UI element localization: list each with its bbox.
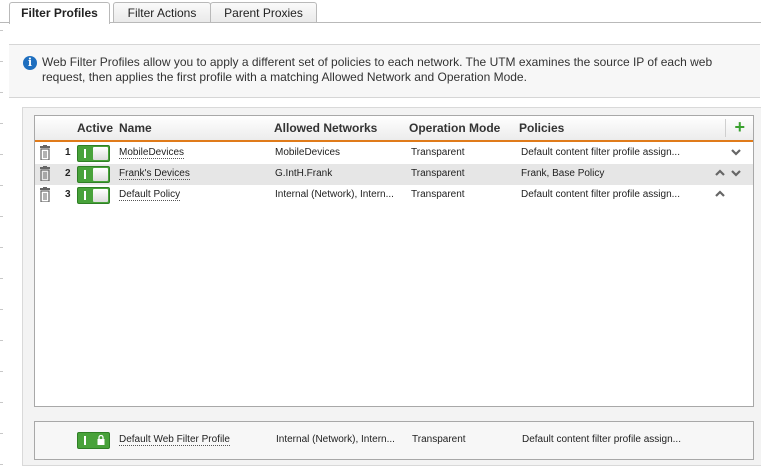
default-profile-name-link[interactable]: Default Web Filter Profile [119, 434, 230, 446]
header-name[interactable]: Name [119, 121, 152, 135]
active-toggle-locked [77, 432, 110, 449]
policies: Default content filter profile assign... [521, 189, 680, 200]
active-toggle[interactable] [77, 166, 110, 183]
tab-divider [0, 22, 761, 23]
info-icon: i [23, 56, 37, 70]
default-policies: Default content filter profile assign... [522, 434, 681, 445]
header-operation-mode[interactable]: Operation Mode [409, 121, 500, 135]
row-number: 2 [65, 168, 71, 179]
info-text: Web Filter Profiles allow you to apply a… [42, 55, 713, 84]
plus-icon[interactable]: + [734, 117, 745, 137]
allowed-networks: G.IntH.Frank [275, 168, 333, 179]
header-allowed-networks[interactable]: Allowed Networks [274, 121, 377, 135]
header-active[interactable]: Active [77, 121, 113, 135]
info-box: i Web Filter Profiles allow you to apply… [9, 44, 760, 98]
profile-name-link[interactable]: Frank's Devices [119, 168, 190, 180]
active-toggle[interactable] [77, 187, 110, 204]
tab-filter-profiles[interactable]: Filter Profiles [9, 2, 110, 24]
trash-icon[interactable] [40, 187, 50, 202]
grid-header: Active Name Allowed Networks Operation M… [35, 116, 753, 142]
policies: Frank, Base Policy [521, 168, 605, 179]
table-row: 2 Frank's Devices G.IntH.Frank Transpare… [35, 164, 753, 185]
operation-mode: Transparent [411, 168, 465, 179]
operation-mode: Transparent [411, 189, 465, 200]
active-toggle[interactable] [77, 145, 110, 162]
profile-name-link[interactable]: Default Policy [119, 189, 181, 201]
lock-icon [97, 435, 105, 445]
profile-name-link[interactable]: MobileDevices [119, 147, 185, 159]
chevron-down-icon[interactable] [731, 144, 741, 160]
chevron-down-icon[interactable] [731, 165, 741, 181]
tab-filter-actions[interactable]: Filter Actions [113, 2, 211, 23]
operation-mode: Transparent [411, 147, 465, 158]
row-number: 1 [65, 147, 71, 158]
chevron-up-icon[interactable] [715, 165, 725, 181]
profiles-grid: Active Name Allowed Networks Operation M… [34, 115, 754, 407]
trash-icon[interactable] [40, 166, 50, 181]
allowed-networks: Internal (Network), Intern... [275, 189, 394, 200]
table-row: 1 MobileDevices MobileDevices Transparen… [35, 143, 753, 164]
trash-icon[interactable] [40, 145, 50, 160]
header-policies[interactable]: Policies [519, 121, 564, 135]
row-number: 3 [65, 189, 71, 200]
policies: Default content filter profile assign... [521, 147, 680, 158]
allowed-networks: MobileDevices [275, 147, 341, 158]
header-separator [725, 119, 726, 137]
default-profile-row: Default Web Filter Profile Internal (Net… [34, 421, 754, 460]
table-row: 3 Default Policy Internal (Network), Int… [35, 185, 753, 206]
left-ruler [0, 0, 3, 471]
chevron-up-icon[interactable] [715, 186, 725, 202]
default-operation-mode: Transparent [412, 434, 466, 445]
default-allowed-networks: Internal (Network), Intern... [276, 434, 395, 445]
tab-parent-proxies[interactable]: Parent Proxies [210, 2, 317, 23]
